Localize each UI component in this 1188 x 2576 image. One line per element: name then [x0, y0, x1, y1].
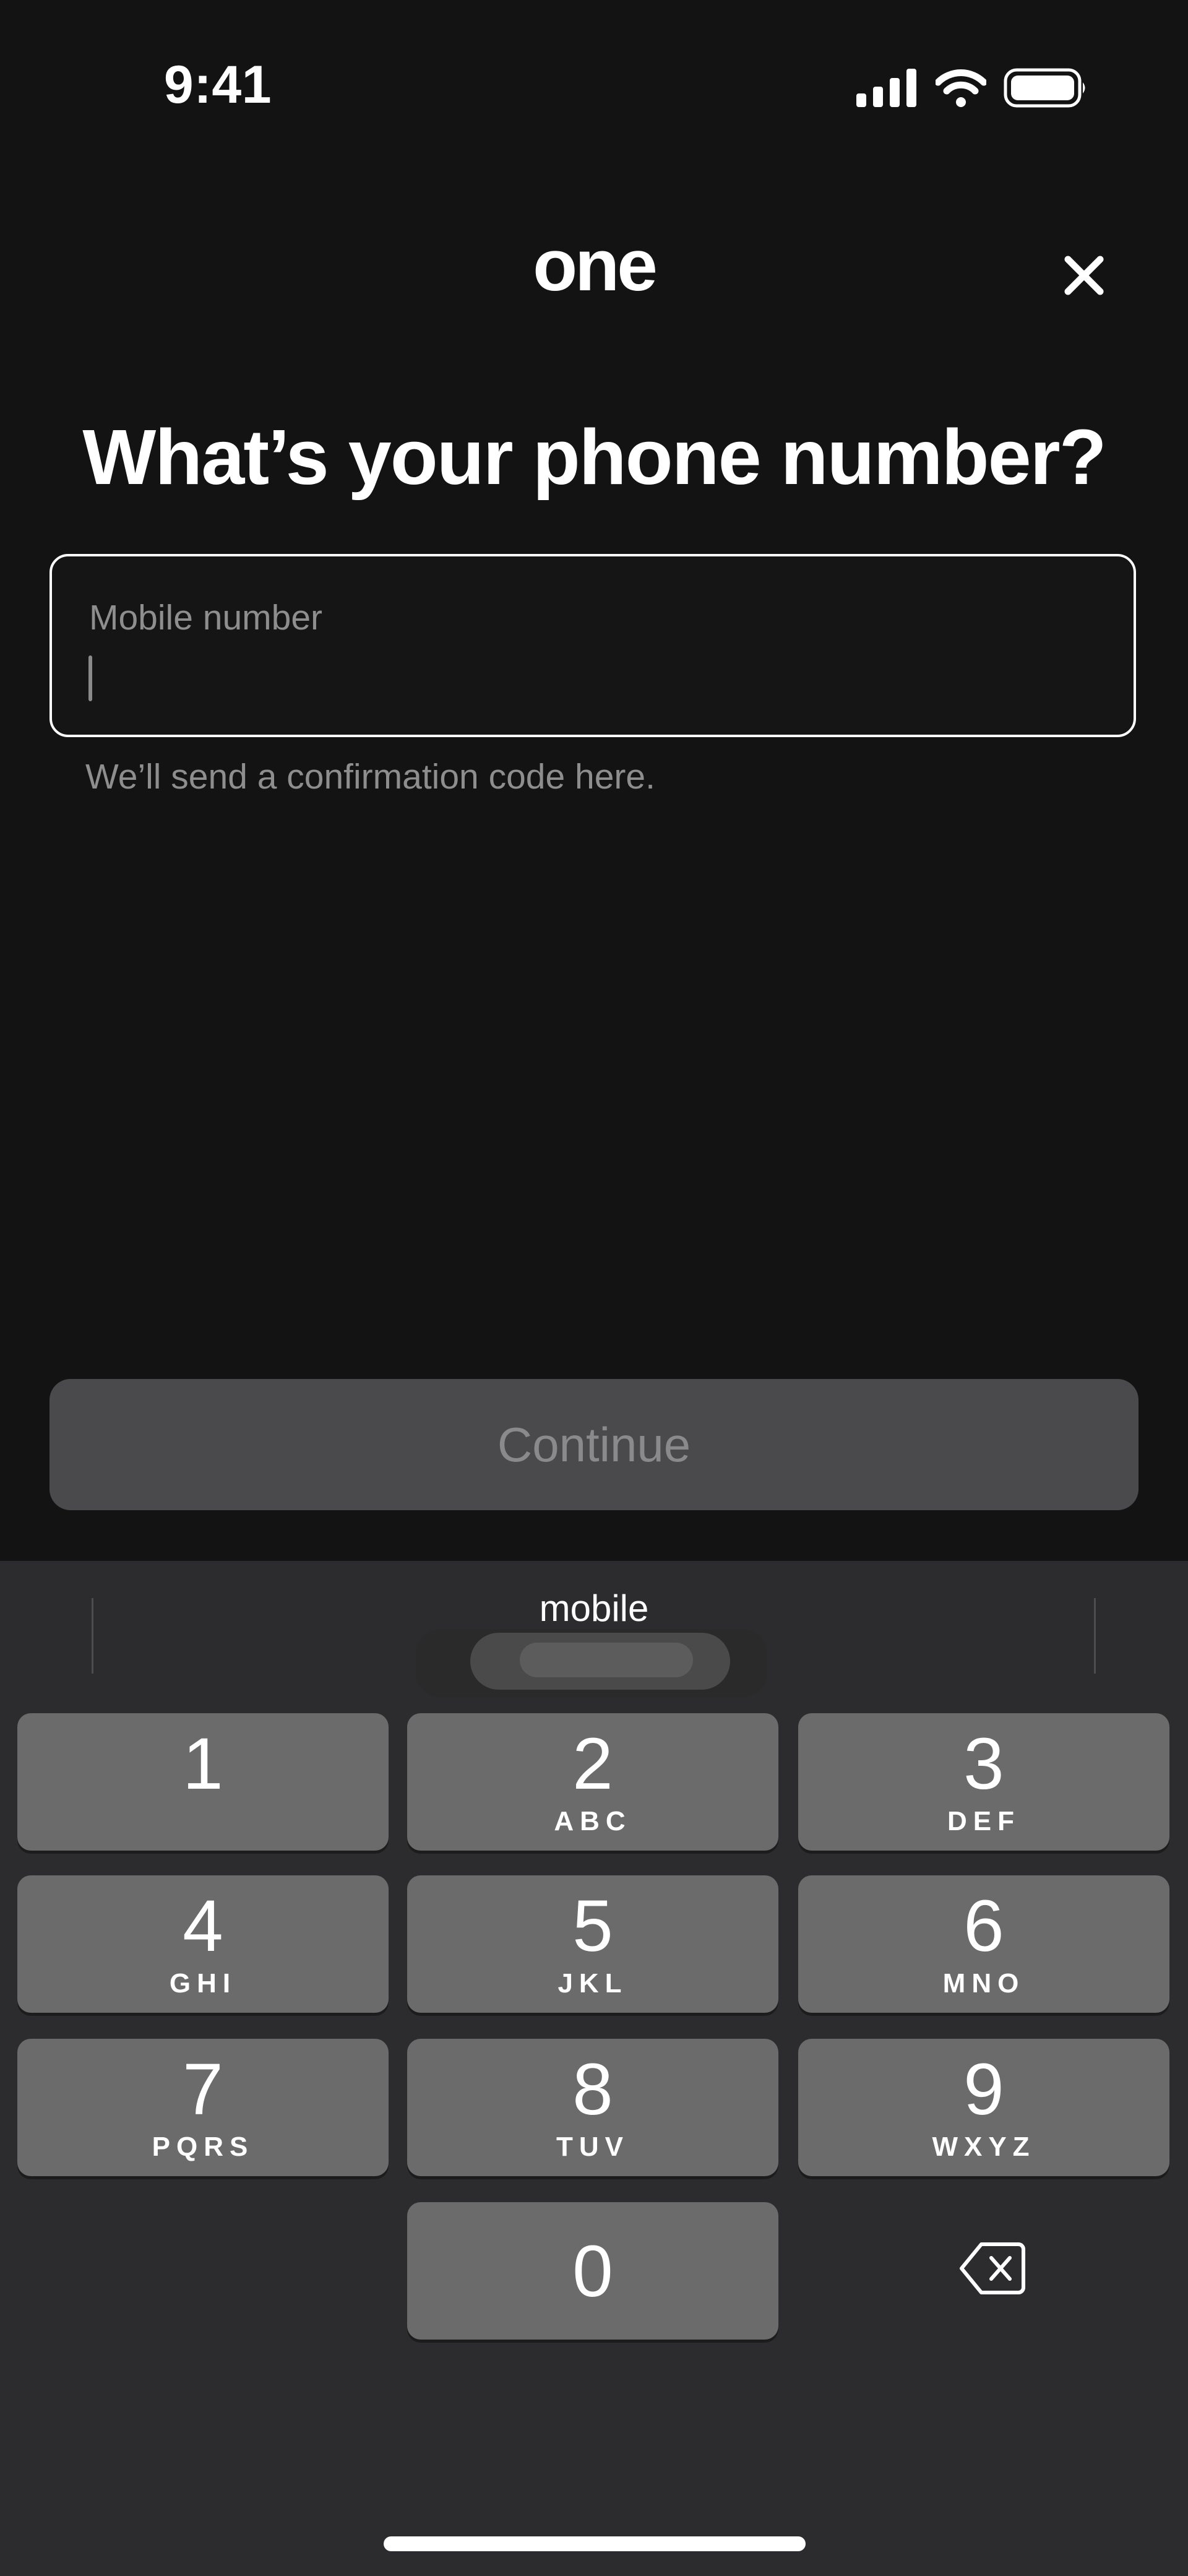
- key-digit: 6: [963, 1885, 1004, 1967]
- key-digit: 3: [963, 1723, 1004, 1805]
- close-icon: [1064, 256, 1104, 295]
- key-letters: DEF: [947, 1806, 1020, 1836]
- key-letters: MNO: [942, 1968, 1025, 1999]
- key-4[interactable]: 4 GHI: [17, 1875, 389, 2013]
- page-title: What’s your phone number?: [82, 413, 1106, 501]
- key-letters: TUV: [556, 2132, 629, 2162]
- key-digit: 1: [183, 1723, 223, 1805]
- text-cursor: [88, 655, 92, 701]
- key-letters: WXYZ: [932, 2132, 1036, 2162]
- key-6[interactable]: 6 MNO: [798, 1875, 1169, 2013]
- delete-key[interactable]: [959, 2241, 1026, 2296]
- key-3[interactable]: 3 DEF: [798, 1713, 1169, 1851]
- suggestion-word[interactable]: mobile: [0, 1587, 1188, 1630]
- key-1[interactable]: 1: [17, 1713, 389, 1851]
- mobile-number-field[interactable]: Mobile number: [50, 554, 1136, 737]
- key-digit: 0: [572, 2231, 613, 2312]
- key-digit: 7: [183, 2049, 223, 2130]
- status-icons: [856, 68, 1089, 108]
- key-0[interactable]: 0: [407, 2202, 778, 2340]
- key-digit: 5: [572, 1885, 613, 1967]
- key-digit: 4: [183, 1885, 223, 1967]
- backspace-icon: [960, 2242, 1025, 2294]
- cellular-signal-icon: [856, 69, 916, 107]
- key-digit: 9: [963, 2049, 1004, 2130]
- key-digit: 8: [572, 2049, 613, 2130]
- key-letters: ABC: [554, 1806, 632, 1836]
- key-letters: PQRS: [152, 2132, 254, 2162]
- key-5[interactable]: 5 JKL: [407, 1875, 778, 2013]
- status-time: 9:41: [163, 55, 272, 115]
- brand-logo: one: [533, 225, 658, 306]
- battery-icon: [1004, 68, 1085, 108]
- key-digit: 2: [572, 1723, 613, 1805]
- helper-text: We’ll send a confirmation code here.: [85, 757, 655, 797]
- field-label: Mobile number: [89, 598, 323, 638]
- close-button[interactable]: [1059, 251, 1109, 300]
- continue-button[interactable]: Continue: [50, 1379, 1138, 1510]
- key-letters: JKL: [557, 1968, 628, 1999]
- key-letters: GHI: [169, 1968, 237, 1999]
- suggestion-preview-core: [520, 1643, 693, 1677]
- key-8[interactable]: 8 TUV: [407, 2039, 778, 2176]
- suggestion-bar: mobile: [0, 1561, 1188, 1697]
- wifi-icon: [936, 69, 986, 107]
- key-2[interactable]: 2 ABC: [407, 1713, 778, 1851]
- phone-number-screen: 9:41 one What’s your phone number? Mobil…: [0, 0, 1188, 2576]
- key-7[interactable]: 7 PQRS: [17, 2039, 389, 2176]
- home-indicator: [384, 2536, 806, 2551]
- key-9[interactable]: 9 WXYZ: [798, 2039, 1169, 2176]
